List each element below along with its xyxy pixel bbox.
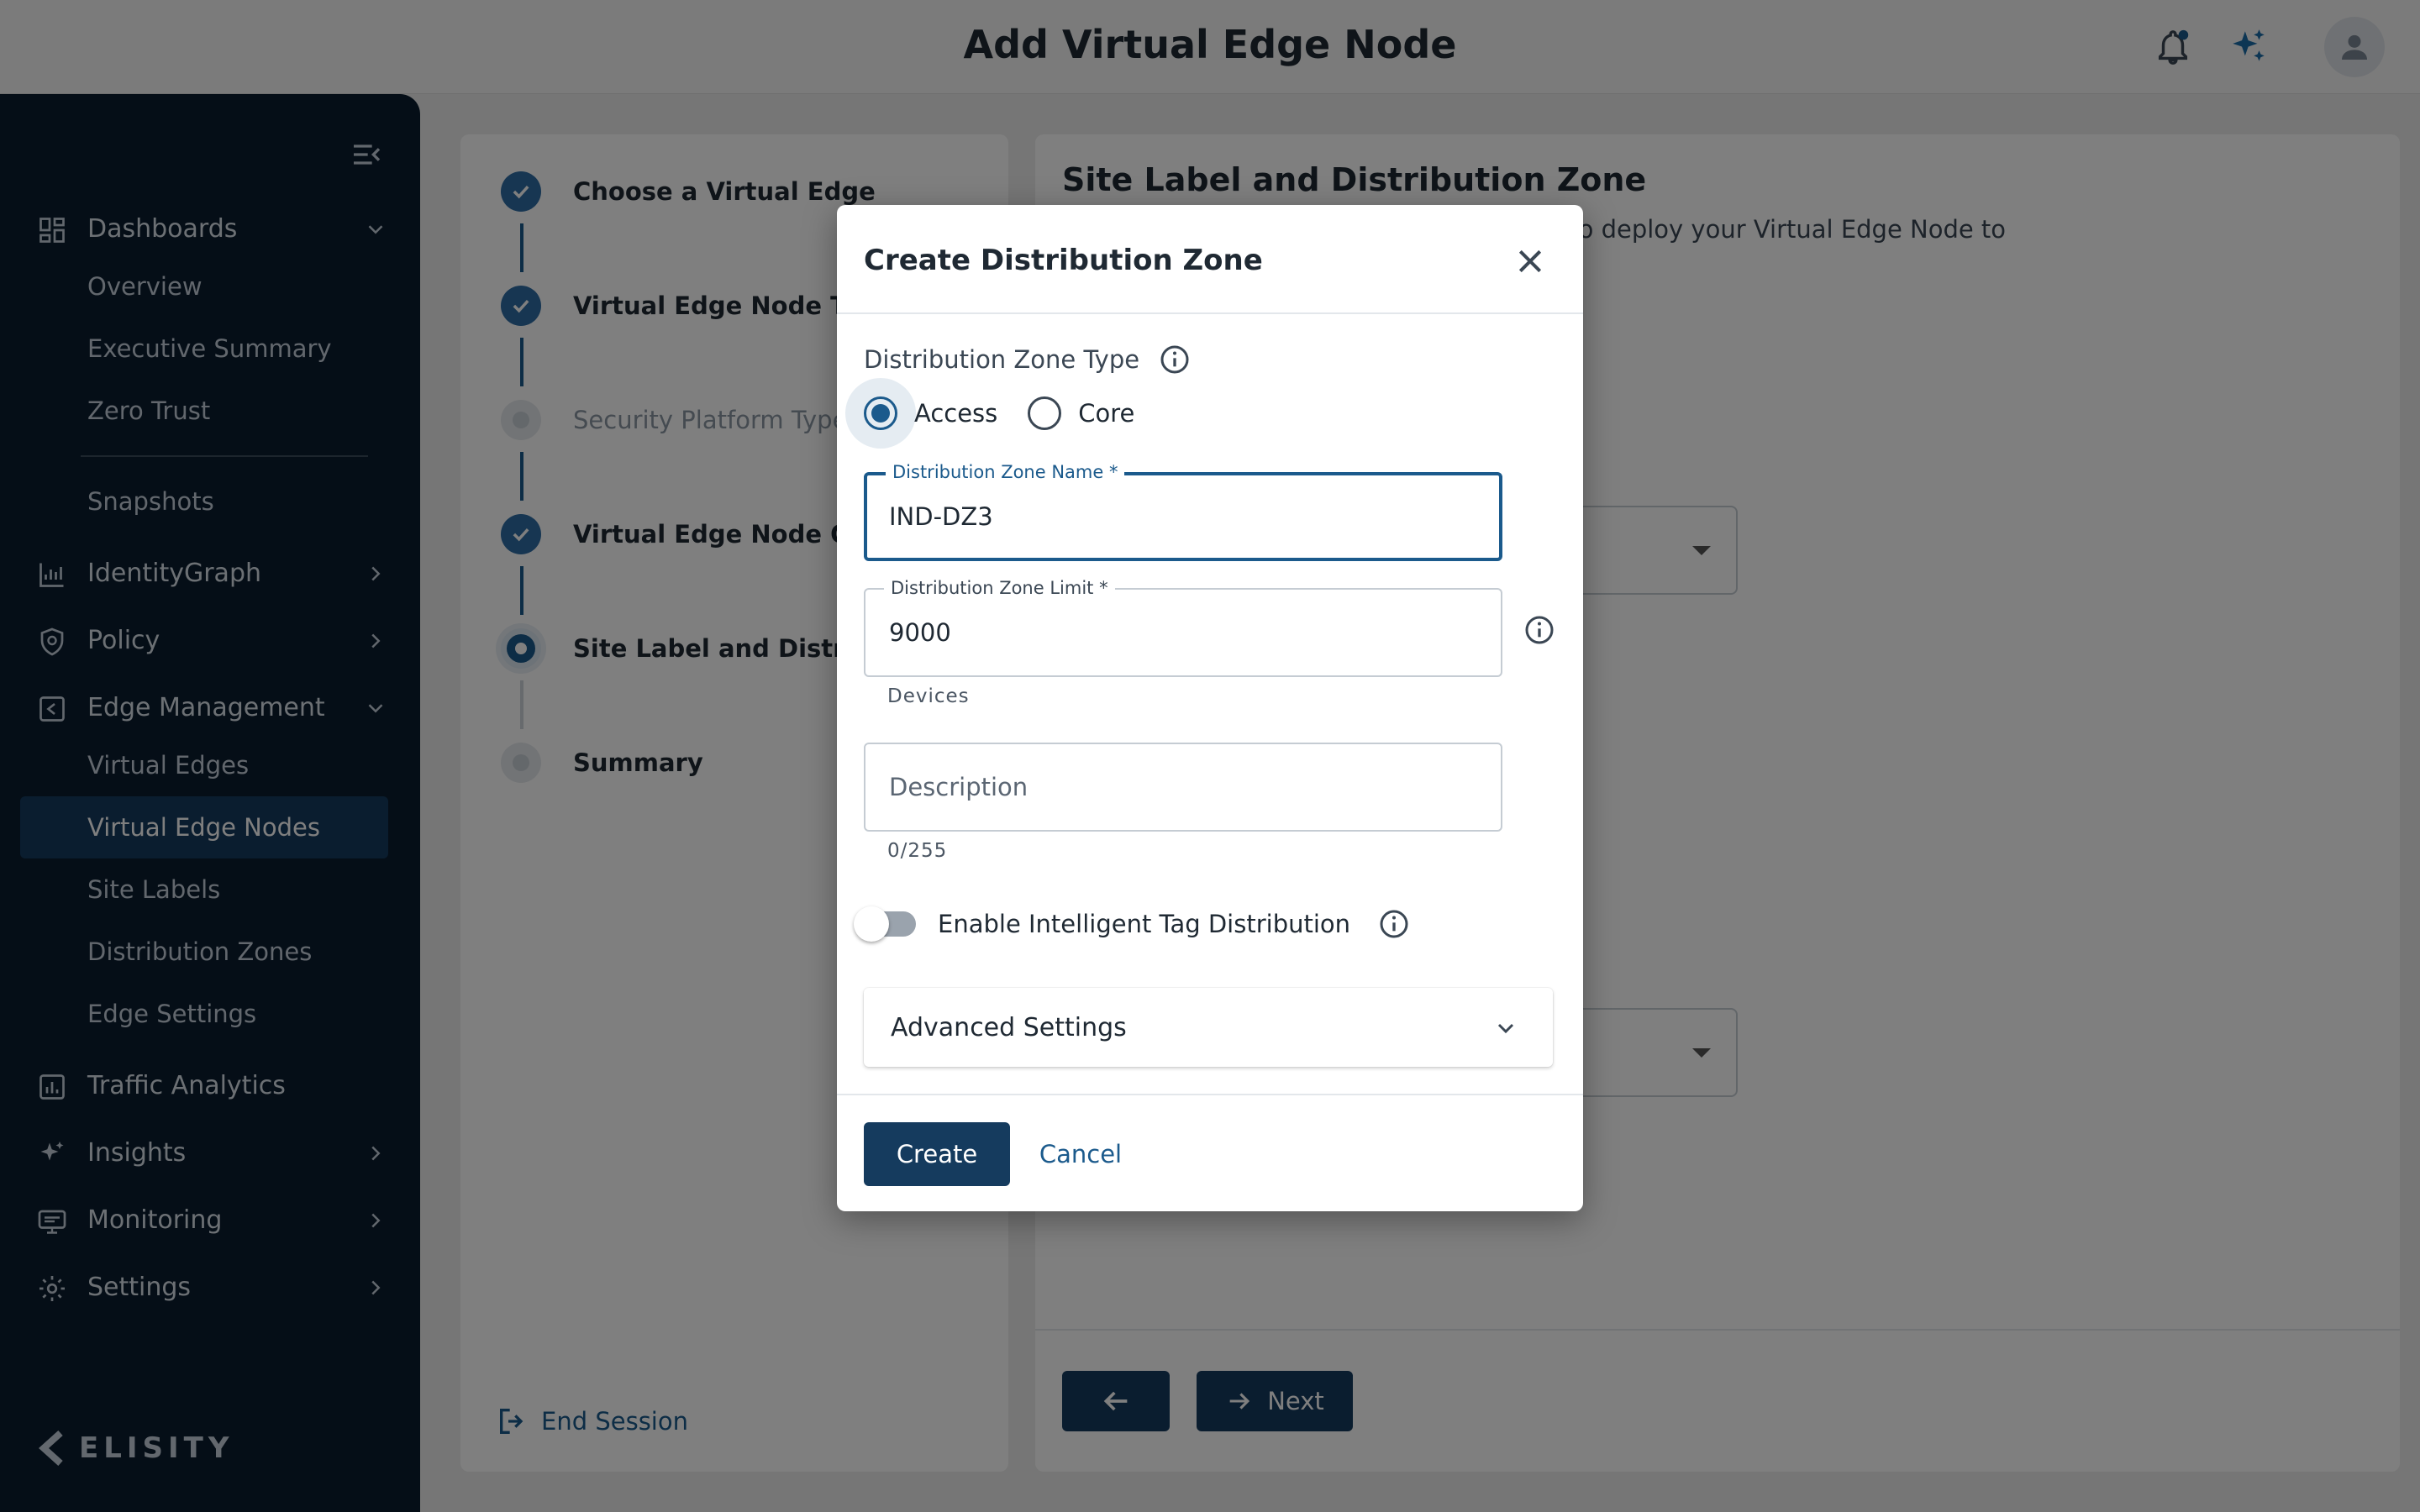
- field-label: Distribution Zone Name *: [886, 462, 1125, 482]
- dialog-header-divider: [837, 312, 1583, 314]
- chevron-down-icon: [1497, 1023, 1514, 1034]
- create-button[interactable]: Create: [864, 1122, 1010, 1186]
- toggle-knob: [854, 906, 889, 942]
- zone-type-label: Distribution Zone Type: [864, 343, 1192, 376]
- zone-type-label-text: Distribution Zone Type: [864, 345, 1140, 374]
- radio-core-label[interactable]: Core: [1078, 399, 1134, 428]
- dialog-title: Create Distribution Zone: [864, 244, 1263, 277]
- field-label: Distribution Zone Limit *: [884, 578, 1115, 598]
- distribution-zone-limit-input[interactable]: Distribution Zone Limit * 9000: [864, 578, 1502, 677]
- zone-type-radio-group: Access Core: [845, 378, 1134, 449]
- toggle-label: Enable Intelligent Tag Distribution: [938, 910, 1351, 938]
- close-icon: [1518, 249, 1542, 273]
- accordion-label: Advanced Settings: [891, 1013, 1127, 1042]
- intelligent-tag-toggle-row: Enable Intelligent Tag Distribution: [854, 906, 1411, 942]
- cancel-button[interactable]: Cancel: [1039, 1122, 1123, 1186]
- distribution-zone-name-input[interactable]: Distribution Zone Name * IND-DZ3: [864, 462, 1502, 561]
- limit-helper-text: Devices: [887, 685, 970, 707]
- radio-access[interactable]: [845, 378, 916, 449]
- dialog-footer-divider: [837, 1094, 1583, 1095]
- description-char-counter: 0/255: [887, 840, 948, 862]
- intelligent-tag-toggle[interactable]: [854, 906, 916, 942]
- field-placeholder: Description: [889, 773, 1028, 801]
- radio-access-label[interactable]: Access: [914, 399, 997, 428]
- radio-core[interactable]: [1009, 378, 1080, 449]
- create-distribution-zone-dialog: Create Distribution Zone Distribution Zo…: [837, 205, 1583, 1211]
- field-value: IND-DZ3: [889, 502, 993, 531]
- close-button[interactable]: [1509, 240, 1551, 282]
- advanced-settings-accordion[interactable]: Advanced Settings: [864, 988, 1553, 1067]
- radio-checked-icon: [864, 396, 897, 430]
- info-icon[interactable]: [1523, 613, 1556, 647]
- field-value: 9000: [889, 618, 951, 647]
- info-icon[interactable]: [1377, 907, 1411, 941]
- radio-unchecked-icon: [1028, 396, 1062, 430]
- description-input[interactable]: Description: [864, 743, 1502, 832]
- info-icon[interactable]: [1158, 343, 1192, 376]
